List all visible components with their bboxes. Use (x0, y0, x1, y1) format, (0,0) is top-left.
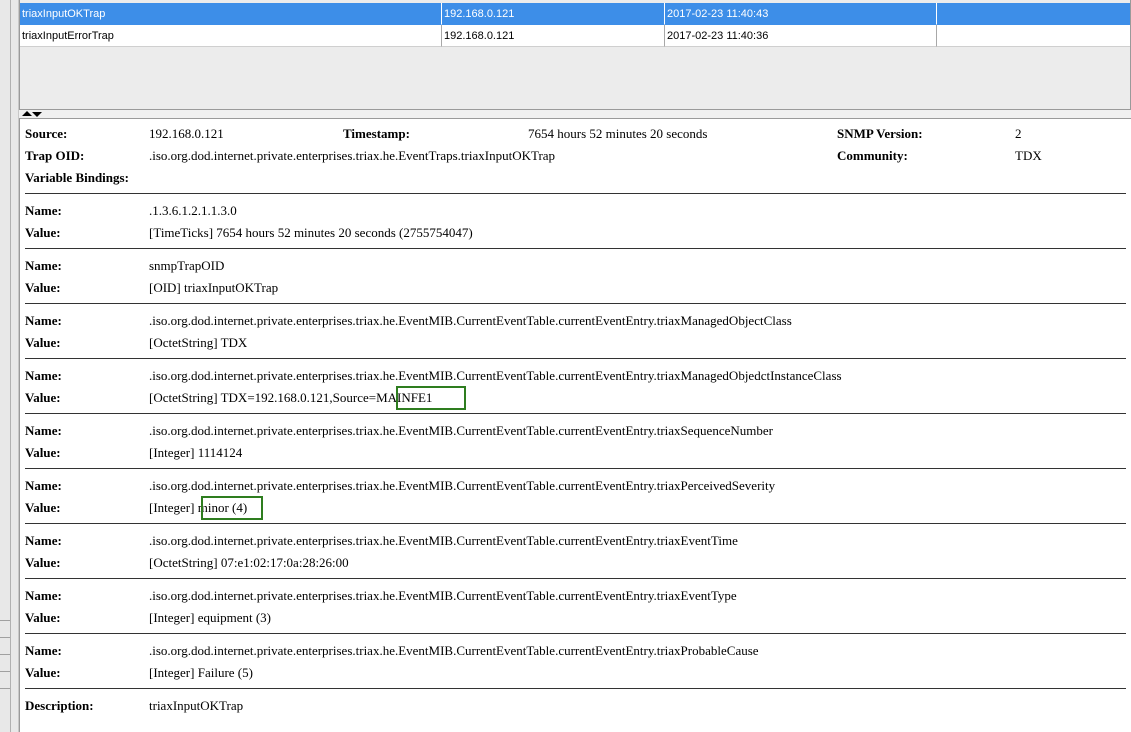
binding-value-value: [Integer] equipment (3) (149, 610, 272, 625)
binding-value-value: [OctetString] TDX=192.168.0.121,Source=M… (149, 390, 433, 405)
severity-highlight-box (201, 496, 263, 520)
binding-value-label: Value: (25, 665, 61, 680)
binding-name-value: .iso.org.dod.internet.private.enterprise… (149, 368, 842, 383)
trap-oid-label: Trap OID: (25, 148, 85, 163)
left-panel-edge (0, 0, 19, 732)
trap-detail-panel: Source: 192.168.0.121 Timestamp: 7654 ho… (19, 118, 1131, 732)
binding-name-label: Name: (25, 533, 62, 548)
binding-name-value: .1.3.6.1.2.1.1.3.0 (149, 203, 237, 218)
binding-value-value: [Integer] Failure (5) (149, 665, 253, 680)
trap-row-selected[interactable]: triaxInputOKTrap 192.168.0.121 2017-02-2… (20, 3, 1130, 25)
divider (25, 578, 1126, 579)
divider (25, 523, 1126, 524)
binding-name-value: .iso.org.dod.internet.private.enterprise… (149, 533, 738, 548)
trap-source-cell: 192.168.0.121 (442, 25, 665, 47)
binding-name-value: .iso.org.dod.internet.private.enterprise… (149, 423, 773, 438)
trap-extra-cell (937, 25, 1130, 47)
community-value: TDX (1015, 148, 1042, 163)
binding-value-label: Value: (25, 445, 61, 460)
binding-value-label: Value: (25, 280, 61, 295)
binding-name-label: Name: (25, 643, 62, 658)
divider (25, 633, 1126, 634)
divider (25, 248, 1126, 249)
community-label: Community: (837, 148, 908, 163)
binding-name-label: Name: (25, 588, 62, 603)
divider (25, 358, 1126, 359)
trap-row[interactable]: triaxInputErrorTrap 192.168.0.121 2017-0… (20, 25, 1130, 47)
binding-value-label: Value: (25, 390, 61, 405)
gutter-line (0, 688, 10, 689)
gutter-line (0, 620, 10, 621)
binding-name-label: Name: (25, 258, 62, 273)
divider (25, 688, 1126, 689)
divider (25, 468, 1126, 469)
trap-source-cell: 192.168.0.121 (442, 3, 665, 25)
trap-oid-value: .iso.org.dod.internet.private.enterprise… (149, 148, 556, 163)
binding-value-label: Value: (25, 555, 61, 570)
binding-value-value: [OID] triaxInputOKTrap (149, 280, 279, 295)
divider (25, 193, 1126, 194)
binding-name-value: .iso.org.dod.internet.private.enterprise… (149, 478, 776, 493)
trap-extra-cell (937, 3, 1130, 25)
trap-time-cell: 2017-02-23 11:40:36 (665, 25, 937, 47)
source-value: 192.168.0.121 (149, 126, 224, 141)
description-label: Description: (25, 698, 94, 713)
snmp-version-value: 2 (1015, 126, 1022, 141)
binding-name-value: .iso.org.dod.internet.private.enterprise… (149, 643, 759, 658)
binding-value-value: [Integer] 1114124 (149, 445, 243, 460)
divider (25, 413, 1126, 414)
trap-list-table: triaxInputOKTrap 192.168.0.121 2017-02-2… (19, 0, 1131, 110)
snmp-version-label: SNMP Version: (837, 126, 923, 141)
source-label: Source: (25, 126, 68, 141)
timestamp-value: 7654 hours 52 minutes 20 seconds (528, 126, 708, 141)
binding-value-value: [OctetString] TDX (149, 335, 248, 350)
binding-name-label: Name: (25, 368, 62, 383)
source-highlight-box (396, 386, 466, 410)
binding-value-label: Value: (25, 500, 61, 515)
collapse-up-icon[interactable] (22, 111, 32, 116)
gutter-line (0, 654, 10, 655)
binding-name-value: snmpTrapOID (149, 258, 225, 273)
timestamp-label: Timestamp: (343, 126, 410, 141)
panel-divider (10, 0, 11, 732)
pane-splitter[interactable] (19, 110, 1131, 118)
trap-name-cell: triaxInputErrorTrap (20, 25, 442, 47)
binding-value-label: Value: (25, 335, 61, 350)
gutter-line (0, 637, 10, 638)
binding-name-label: Name: (25, 313, 62, 328)
binding-name-label: Name: (25, 478, 62, 493)
trap-time-cell: 2017-02-23 11:40:43 (665, 3, 937, 25)
description-value: triaxInputOKTrap (149, 698, 244, 713)
divider (25, 303, 1126, 304)
binding-value-value: [TimeTicks] 7654 hours 52 minutes 20 sec… (149, 225, 473, 240)
binding-value-value: [OctetString] 07:e1:02:17:0a:28:26:00 (149, 555, 349, 570)
gutter-line (0, 671, 10, 672)
collapse-down-icon[interactable] (32, 112, 42, 117)
binding-value-label: Value: (25, 610, 61, 625)
binding-name-value: .iso.org.dod.internet.private.enterprise… (149, 588, 737, 603)
trap-name-cell: triaxInputOKTrap (20, 3, 442, 25)
binding-value-label: Value: (25, 225, 61, 240)
variable-bindings-label: Variable Bindings: (25, 170, 129, 185)
binding-name-label: Name: (25, 423, 62, 438)
binding-name-label: Name: (25, 203, 62, 218)
binding-name-value: .iso.org.dod.internet.private.enterprise… (149, 313, 792, 328)
